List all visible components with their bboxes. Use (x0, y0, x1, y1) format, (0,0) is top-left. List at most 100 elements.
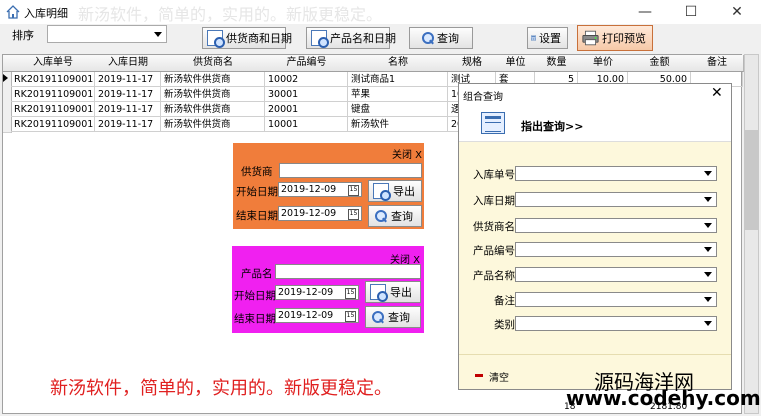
start-date-value: 2019-12-09 (278, 287, 334, 298)
export-label: 导出 (393, 185, 415, 198)
table-cell[interactable]: 2019-11-17 (95, 102, 161, 117)
field-label-product-name: 产品名称 (473, 270, 515, 282)
col-header-date[interactable]: 入库日期 (95, 55, 162, 72)
remark-select[interactable] (515, 292, 717, 307)
chevron-down-icon (704, 197, 712, 202)
product-date-button[interactable]: 产品名和日期 (306, 27, 396, 49)
document-search-icon (311, 30, 329, 48)
end-date-picker[interactable]: 2019-12-09 15 (275, 308, 359, 323)
table-cell[interactable]: 2019-11-17 (95, 117, 161, 132)
field-label-date: 入库日期 (473, 195, 515, 207)
col-header-product-code[interactable]: 产品编号 (265, 55, 349, 72)
table-cell[interactable]: 新汤软件供货商 (161, 102, 265, 117)
print-preview-button[interactable]: 打印预览 (577, 25, 653, 51)
field-label-order-no: 入库单号 (473, 169, 515, 181)
sort-label: 排序 (12, 29, 34, 42)
field-label-supplier: 供货商名 (473, 221, 515, 233)
form-icon (481, 112, 505, 134)
table-cell[interactable]: 30001 (265, 87, 348, 102)
start-date-picker[interactable]: 2019-12-09 15 (278, 182, 362, 197)
table-cell[interactable]: 新汤软件 (348, 117, 448, 132)
product-code-select[interactable] (515, 242, 717, 257)
supplier-date-button[interactable]: 供货商和日期 (202, 27, 292, 49)
col-header-order-no[interactable]: 入库单号 (11, 55, 96, 72)
start-date-label: 开始日期 (236, 186, 278, 198)
end-date-picker[interactable]: 2019-12-09 15 (278, 206, 362, 221)
dialog-heading: 指出查询>> (521, 120, 584, 133)
panel-close-button[interactable]: 关闭 X (392, 146, 422, 161)
table-cell[interactable]: RK20191109001 (11, 72, 95, 87)
calendar-icon[interactable]: 15 (348, 209, 359, 220)
current-row-pointer-icon (3, 74, 8, 82)
col-header-name[interactable]: 名称 (348, 55, 449, 72)
supplier-select[interactable] (515, 218, 717, 233)
col-header-unit[interactable]: 单位 (496, 55, 536, 72)
table-cell[interactable]: RK20191109001 (11, 87, 95, 102)
table-cell[interactable]: 新汤软件供货商 (161, 87, 265, 102)
scrollbar-thumb[interactable] (745, 130, 758, 230)
settings-button[interactable]: 设置 (527, 27, 568, 49)
home-icon (6, 5, 20, 19)
window-title: 入库明细 (24, 7, 68, 20)
watermark-text: 新汤软件，简单的，实用的。新版更稳定。 (78, 5, 383, 24)
table-cell[interactable]: 2019-11-17 (95, 87, 161, 102)
panel-query-button[interactable]: 查询 (368, 205, 422, 227)
table-cell[interactable]: RK20191109001 (11, 102, 95, 117)
table-cell[interactable]: 新汤软件供货商 (161, 72, 265, 87)
product-label: 产品名 (241, 268, 273, 280)
vertical-scrollbar[interactable] (744, 54, 759, 414)
export-button[interactable]: 导出 (365, 281, 421, 303)
table-cell[interactable]: 10002 (265, 72, 348, 87)
col-header-remark[interactable]: 备注 (691, 55, 744, 72)
export-label: 导出 (390, 286, 412, 299)
maximize-button[interactable]: ☐ (668, 0, 714, 24)
minus-icon[interactable] (475, 374, 483, 377)
chevron-down-icon (704, 297, 712, 302)
clear-button[interactable]: 清空 (489, 369, 509, 384)
settings-label: 设置 (539, 32, 561, 45)
document-search-icon (207, 30, 225, 48)
sort-select[interactable] (47, 25, 167, 43)
table-cell[interactable]: 10001 (265, 117, 348, 132)
end-date-label: 结束日期 (234, 313, 276, 325)
product-name-select[interactable] (515, 267, 717, 282)
dialog-title: 组合查询 (463, 92, 503, 103)
table-cell[interactable]: 2019-11-17 (95, 72, 161, 87)
query-button[interactable]: 查询 (409, 27, 473, 49)
magnifier-icon (420, 31, 434, 45)
product-date-label: 产品名和日期 (330, 32, 396, 45)
table-cell[interactable]: 新汤软件供货商 (161, 117, 265, 132)
calendar-icon[interactable]: 15 (348, 185, 359, 196)
table-cell[interactable]: 20001 (265, 102, 348, 117)
col-header-spec[interactable]: 规格 (448, 55, 497, 72)
product-input[interactable] (275, 264, 421, 279)
minimize-button[interactable]: — (622, 0, 668, 24)
supplier-label: 供货商 (241, 166, 273, 178)
table-cell[interactable]: RK20191109001 (11, 117, 95, 132)
dialog-close-button[interactable]: ✕ (711, 85, 723, 101)
panel-query-label: 查询 (391, 210, 413, 223)
chevron-down-icon (154, 32, 162, 37)
order-no-select[interactable] (515, 166, 717, 181)
start-date-picker[interactable]: 2019-12-09 15 (275, 285, 359, 300)
col-header-amount[interactable]: 金额 (628, 55, 692, 72)
export-button[interactable]: 导出 (368, 180, 422, 202)
date-select[interactable] (515, 192, 717, 207)
table-cell[interactable]: 键盘 (348, 102, 448, 117)
col-header-price[interactable]: 单价 (578, 55, 629, 72)
table-cell[interactable]: 苹果 (348, 87, 448, 102)
printer-icon (582, 30, 599, 46)
calendar-icon[interactable]: 15 (345, 311, 356, 322)
chevron-down-icon (704, 321, 712, 326)
panel-query-button[interactable]: 查询 (365, 306, 421, 328)
close-button[interactable]: ✕ (714, 0, 760, 24)
table-cell[interactable]: 测试商品1 (348, 72, 448, 87)
chevron-down-icon (704, 223, 712, 228)
col-header-supplier[interactable]: 供货商名 (161, 55, 266, 72)
col-header-qty[interactable]: 数量 (535, 55, 579, 72)
category-select[interactable] (515, 316, 717, 331)
supplier-input[interactable] (279, 163, 422, 178)
end-date-label: 结束日期 (236, 210, 278, 222)
calendar-icon[interactable]: 15 (345, 288, 356, 299)
promo-text: 新汤软件，简单的，实用的。新版更稳定。 (50, 378, 392, 399)
